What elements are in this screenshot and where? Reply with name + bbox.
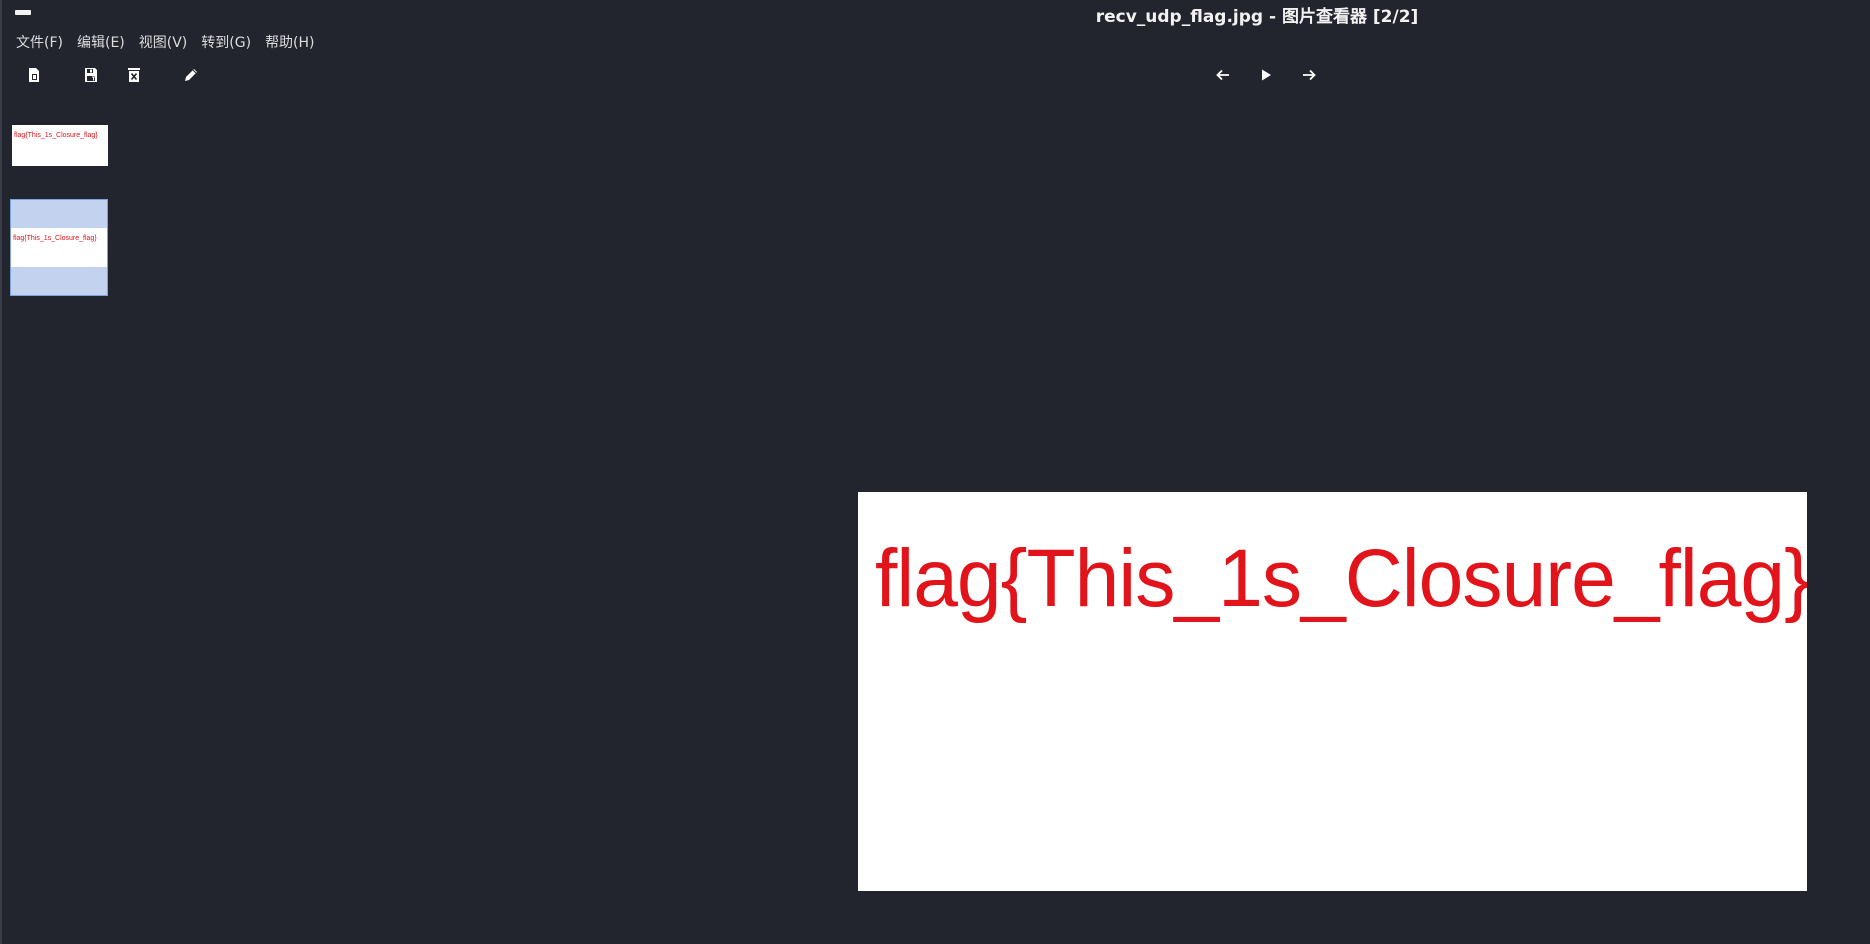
slideshow-button[interactable] — [1255, 64, 1277, 86]
edit-button[interactable] — [180, 64, 202, 86]
arrow-left-icon — [1216, 69, 1229, 81]
thumbnail-text: flag{This_1s_Closure_flag} — [14, 132, 98, 139]
menu-file[interactable]: 文件(F) — [16, 32, 63, 54]
title-bar: recv_udp_flag.jpg - 图片查看器 [2/2] — [2, 0, 1870, 28]
thumbnail-text: flag{This_1s_Closure_flag} — [13, 235, 97, 242]
play-icon — [1262, 69, 1271, 81]
save-as-button[interactable] — [80, 64, 102, 86]
image-flag-text: flag{This_1s_Closure_flag} — [875, 533, 1807, 624]
edit-icon — [185, 69, 197, 81]
open-file-button[interactable] — [23, 64, 45, 86]
main-image: flag{This_1s_Closure_flag} — [858, 492, 1807, 891]
menu-goto[interactable]: 转到(G) — [201, 32, 251, 54]
thumbnail-image: flag{This_1s_Closure_flag} — [11, 228, 107, 267]
save-as-icon — [85, 68, 97, 82]
image-viewer-window: recv_udp_flag.jpg - 图片查看器 [2/2] 文件(F) 编辑… — [0, 0, 1870, 944]
next-button[interactable] — [1298, 64, 1320, 86]
delete-icon — [128, 68, 140, 82]
menu-bar: 文件(F) 编辑(E) 视图(V) 转到(G) 帮助(H) — [16, 32, 315, 54]
thumbnail-item[interactable]: flag{This_1s_Closure_flag} — [12, 125, 108, 166]
menu-edit[interactable]: 编辑(E) — [77, 32, 125, 54]
previous-button[interactable] — [1212, 64, 1234, 86]
thumbnail-item-selected[interactable]: flag{This_1s_Closure_flag} — [10, 199, 108, 296]
delete-button[interactable] — [123, 64, 145, 86]
window-title: recv_udp_flag.jpg - 图片查看器 [2/2] — [1095, 7, 1419, 27]
arrow-right-icon — [1303, 69, 1316, 81]
open-file-icon — [29, 68, 39, 82]
menu-view[interactable]: 视图(V) — [139, 32, 188, 54]
menu-help[interactable]: 帮助(H) — [265, 32, 314, 54]
